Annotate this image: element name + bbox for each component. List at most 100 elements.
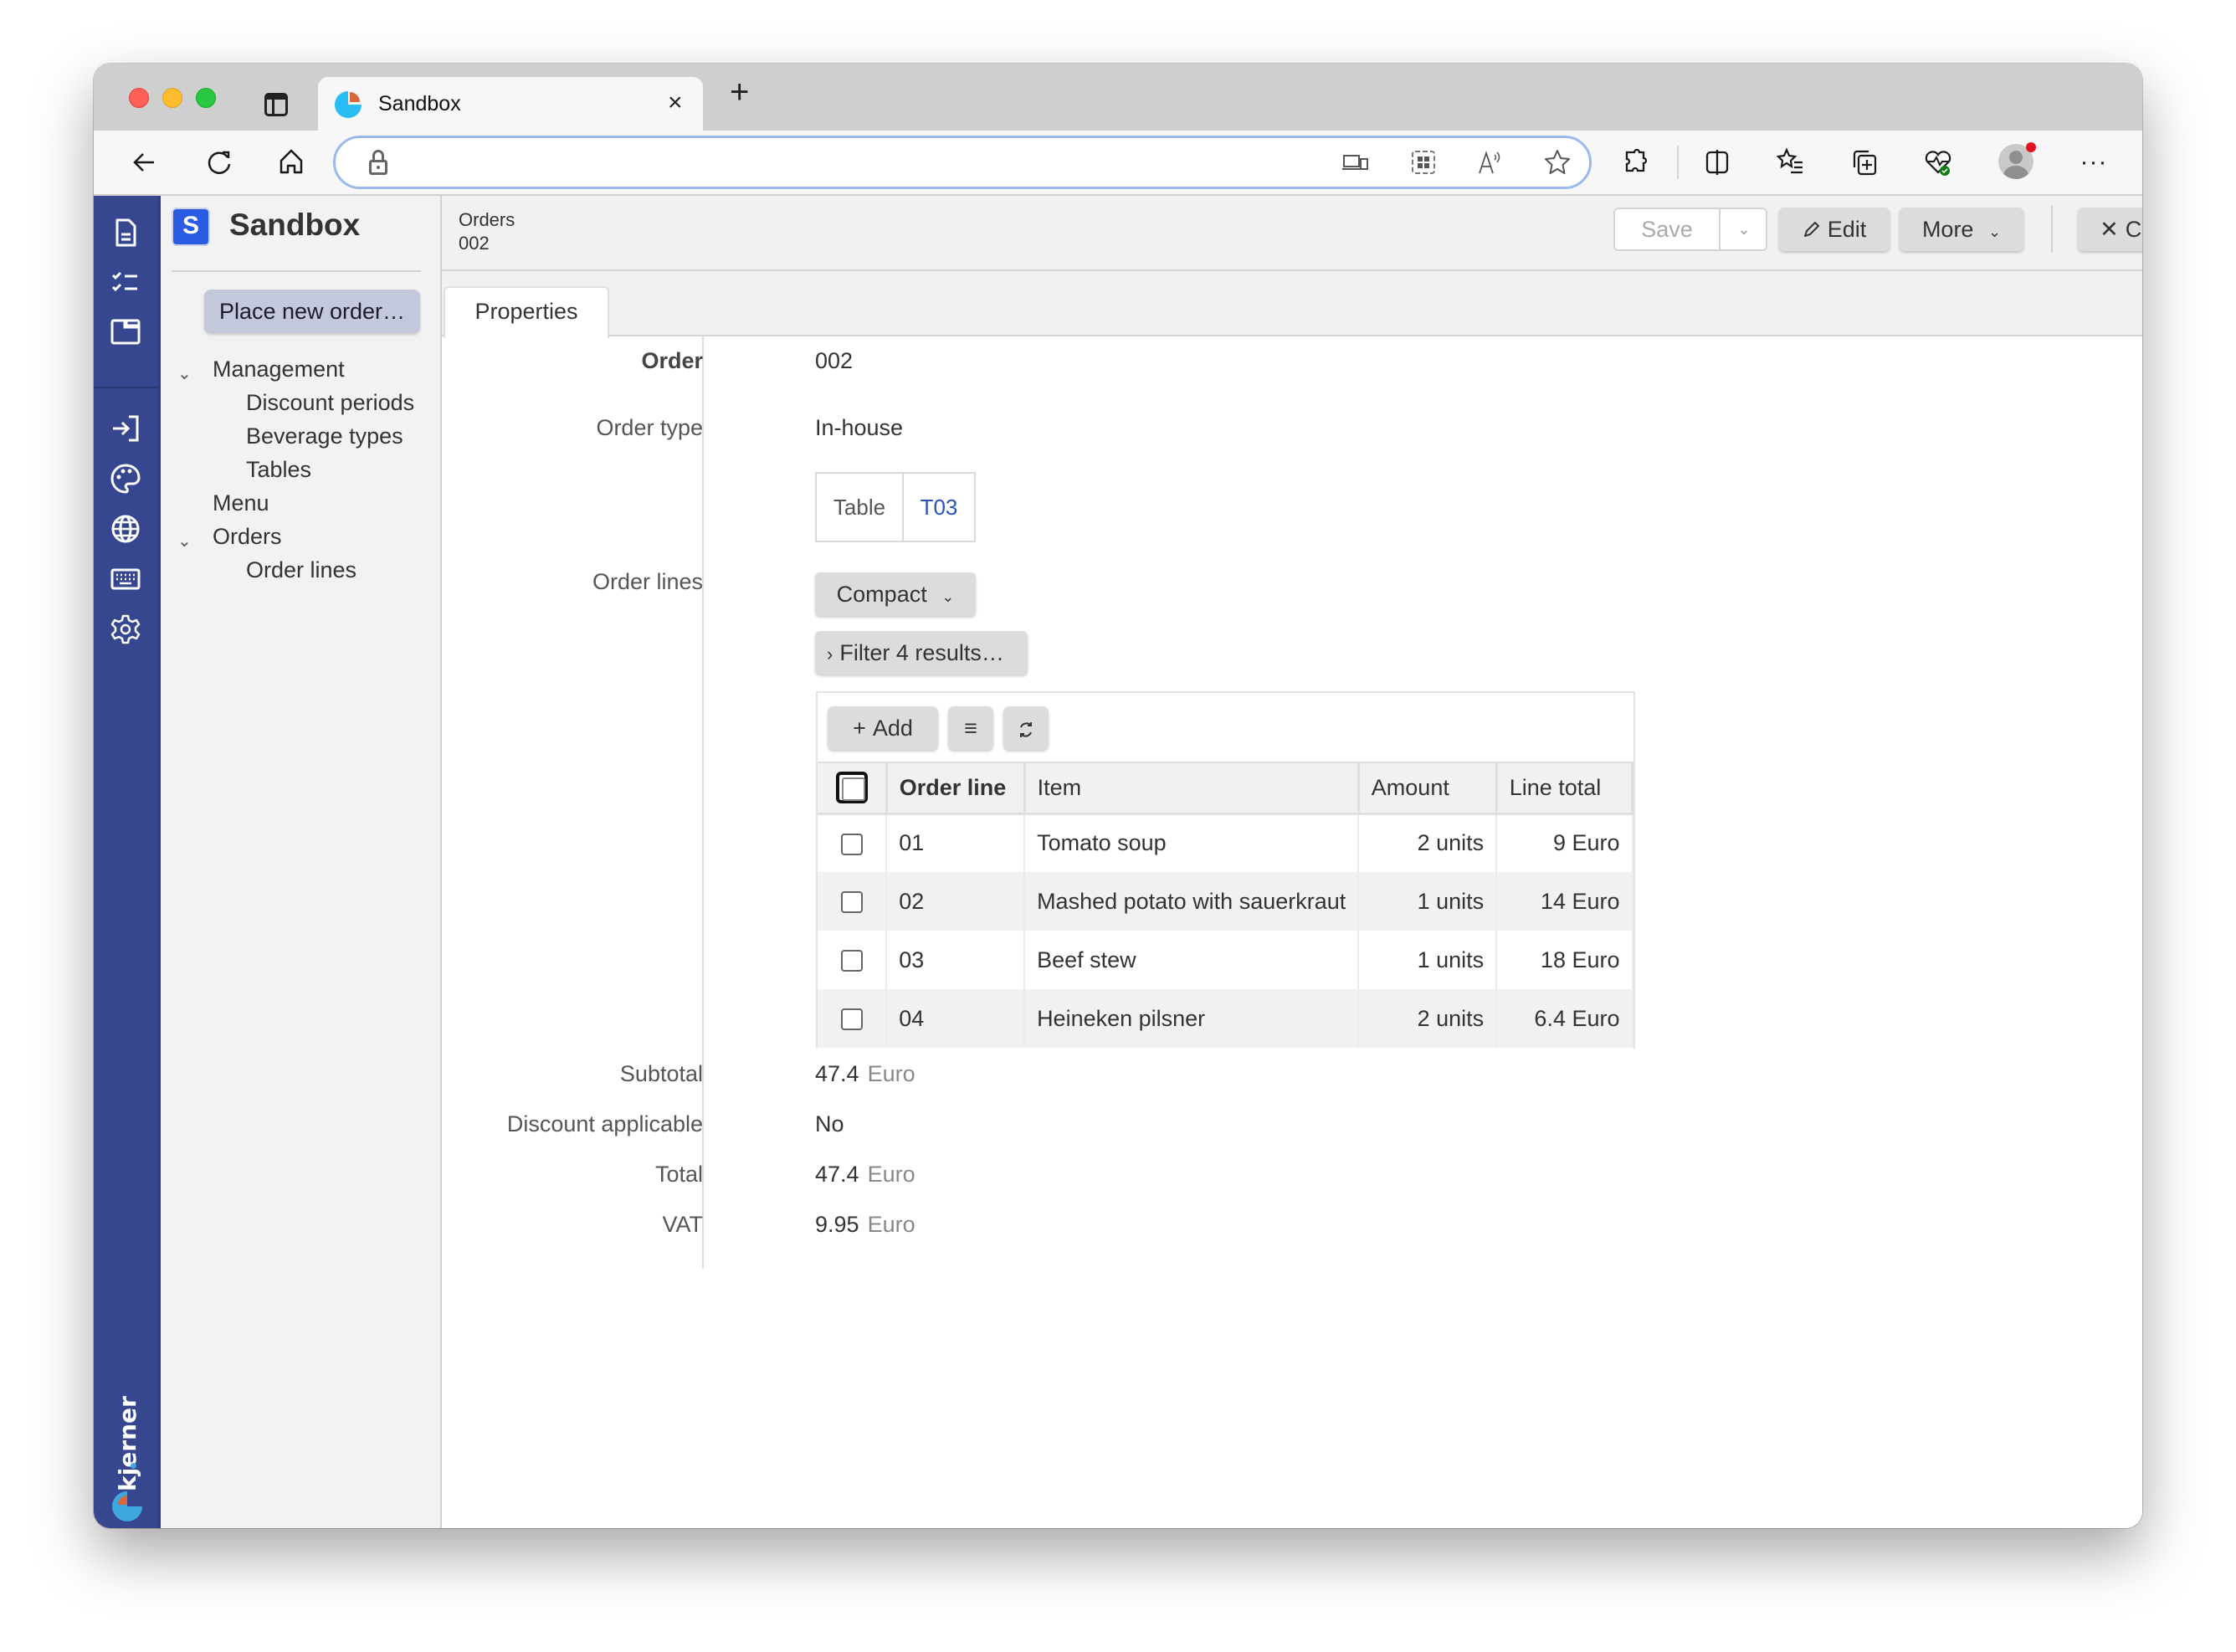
place-new-order-button[interactable]: Place new order… [204, 290, 420, 333]
order-lines-grid: + Add ≡ Order line Item Amount Line tota… [816, 691, 1635, 1049]
tab-properties[interactable]: Properties [444, 286, 609, 338]
tab-close-icon[interactable]: × [668, 89, 683, 117]
chevron-down-icon: ⌄ [1987, 223, 2002, 240]
row-checkbox[interactable] [841, 891, 863, 914]
favorites-list-icon[interactable] [1774, 146, 1808, 187]
menu-lines-icon: ≡ [964, 716, 977, 741]
more-label: More [1921, 217, 1974, 242]
table-row[interactable]: 02 Mashed potato with sauerkraut 1 units… [818, 872, 1633, 931]
edit-button[interactable]: Edit [1779, 208, 1890, 251]
breadcrumb-orders[interactable]: Orders [459, 209, 515, 231]
save-button[interactable]: Save [1615, 209, 1721, 249]
row-checkbox[interactable] [841, 834, 863, 856]
table-row[interactable]: 04 Heineken pilsner 2 units 6.4 Euro [818, 989, 1633, 1048]
document-icon[interactable] [109, 216, 142, 249]
lock-icon[interactable] [369, 150, 387, 175]
save-split-button: Save ⌄ [1613, 208, 1767, 251]
chevron-down-icon[interactable]: ⌄ [177, 531, 192, 552]
cell-item: Beef stew [1024, 931, 1360, 989]
browser-window: Sandbox × + ··· kjerner S Sandbox Place … [94, 64, 2142, 1528]
table-header-row: Order line Item Amount Line total [818, 763, 1634, 815]
checklist-icon[interactable] [109, 266, 142, 300]
more-icon[interactable]: ··· [2077, 146, 2110, 179]
keyboard-icon[interactable] [109, 562, 142, 596]
save-options-chevron-icon[interactable]: ⌄ [1722, 209, 1766, 249]
app-title: Sandbox [229, 208, 361, 242]
table-reference: Table T03 [815, 472, 976, 542]
globe-icon[interactable] [109, 512, 142, 546]
settings-icon[interactable] [109, 613, 142, 646]
cell-amount: 1 units [1358, 872, 1498, 931]
collections-icon[interactable] [1848, 146, 1881, 187]
nav-item-beverage-types[interactable]: Beverage types [246, 423, 403, 449]
subtotal-unit: Euro [867, 1061, 915, 1086]
split-screen-icon[interactable] [1700, 146, 1734, 187]
sidebar-divider [172, 270, 421, 272]
nav-item-tables[interactable]: Tables [246, 457, 311, 483]
nav-item-orders[interactable]: Orders [213, 524, 282, 550]
tab-actions-icon[interactable] [264, 93, 288, 116]
browser-tab[interactable]: Sandbox × [318, 77, 703, 132]
address-bar[interactable] [333, 136, 1592, 189]
new-tab-button[interactable]: + [730, 75, 749, 109]
nav-item-management[interactable]: Management [213, 357, 345, 382]
chevron-down-icon[interactable]: ⌄ [177, 363, 192, 384]
apps-icon[interactable] [1407, 148, 1440, 183]
row-checkbox[interactable] [841, 950, 863, 972]
table-row[interactable]: 01 Tomato soup 2 units 9 Euro [818, 813, 1633, 872]
record-header: Orders 002 Save ⌄ Edit More ⌄ ✕ Close [442, 196, 2142, 271]
discount-applicable-value: No [815, 1111, 844, 1136]
browser-toolbar: ··· [94, 131, 2142, 196]
app-logo: S [172, 208, 210, 246]
cell-item: Tomato soup [1024, 813, 1360, 872]
back-icon[interactable] [129, 146, 162, 187]
read-aloud-icon[interactable] [1474, 148, 1507, 183]
view-mode-dropdown[interactable]: Compact ⌄ [815, 572, 976, 616]
more-button[interactable]: More ⌄ [1900, 208, 2023, 251]
favorite-star-icon[interactable] [1541, 148, 1574, 183]
sign-in-icon[interactable] [109, 412, 142, 445]
table-row[interactable]: 03 Beef stew 1 units 18 Euro [818, 931, 1633, 989]
filter-toggle-button[interactable]: › Filter 4 results… [815, 631, 1028, 675]
cell-amount: 2 units [1358, 989, 1498, 1048]
kjerner-logo: kjerner [110, 1393, 144, 1521]
chevron-right-icon: › [827, 644, 833, 664]
device-icon[interactable] [1338, 148, 1372, 183]
table-ref-label: Table [817, 474, 904, 541]
add-line-button[interactable]: + Add [828, 706, 938, 750]
browser-essentials-icon[interactable] [1921, 146, 1955, 187]
vat-unit: Euro [867, 1212, 915, 1237]
column-header-item[interactable]: Item [1024, 763, 1360, 815]
maximize-window-button[interactable] [196, 88, 216, 108]
column-options-button[interactable]: ≡ [948, 706, 993, 750]
window-icon[interactable] [109, 315, 142, 348]
close-button[interactable]: ✕ Close [2078, 208, 2142, 251]
cell-item: Heineken pilsner [1024, 989, 1360, 1048]
nav-item-menu[interactable]: Menu [213, 490, 269, 516]
minimize-window-button[interactable] [162, 88, 182, 108]
palette-icon[interactable] [109, 462, 142, 495]
close-window-button[interactable] [129, 88, 149, 108]
vat-amount: 9.95 [815, 1212, 859, 1237]
order-type-label: Order type [596, 415, 703, 440]
nav-item-order-lines[interactable]: Order lines [246, 557, 356, 583]
close-label: Close [2125, 217, 2142, 242]
home-icon[interactable] [274, 146, 308, 187]
vat-label: VAT [662, 1212, 703, 1237]
refresh-button[interactable] [1003, 706, 1049, 750]
reload-icon[interactable] [203, 146, 236, 187]
select-all-checkbox[interactable] [836, 772, 868, 804]
tab-bar: Properties [442, 271, 2142, 338]
total-unit: Euro [867, 1162, 915, 1187]
table-ref-link[interactable]: T03 [904, 474, 974, 541]
nav-item-discount-periods[interactable]: Discount periods [246, 390, 414, 416]
column-header-order-line[interactable]: Order line [886, 763, 1026, 815]
extensions-icon[interactable] [1618, 146, 1652, 187]
total-label: Total [654, 1162, 703, 1187]
svg-text:kjerner: kjerner [114, 1396, 141, 1491]
column-header-amount[interactable]: Amount [1358, 763, 1498, 815]
row-checkbox[interactable] [841, 1008, 863, 1031]
grid-toolbar: + Add ≡ [818, 693, 1633, 763]
header-divider [2051, 206, 2053, 253]
column-header-line-total[interactable]: Line total [1496, 763, 1634, 815]
